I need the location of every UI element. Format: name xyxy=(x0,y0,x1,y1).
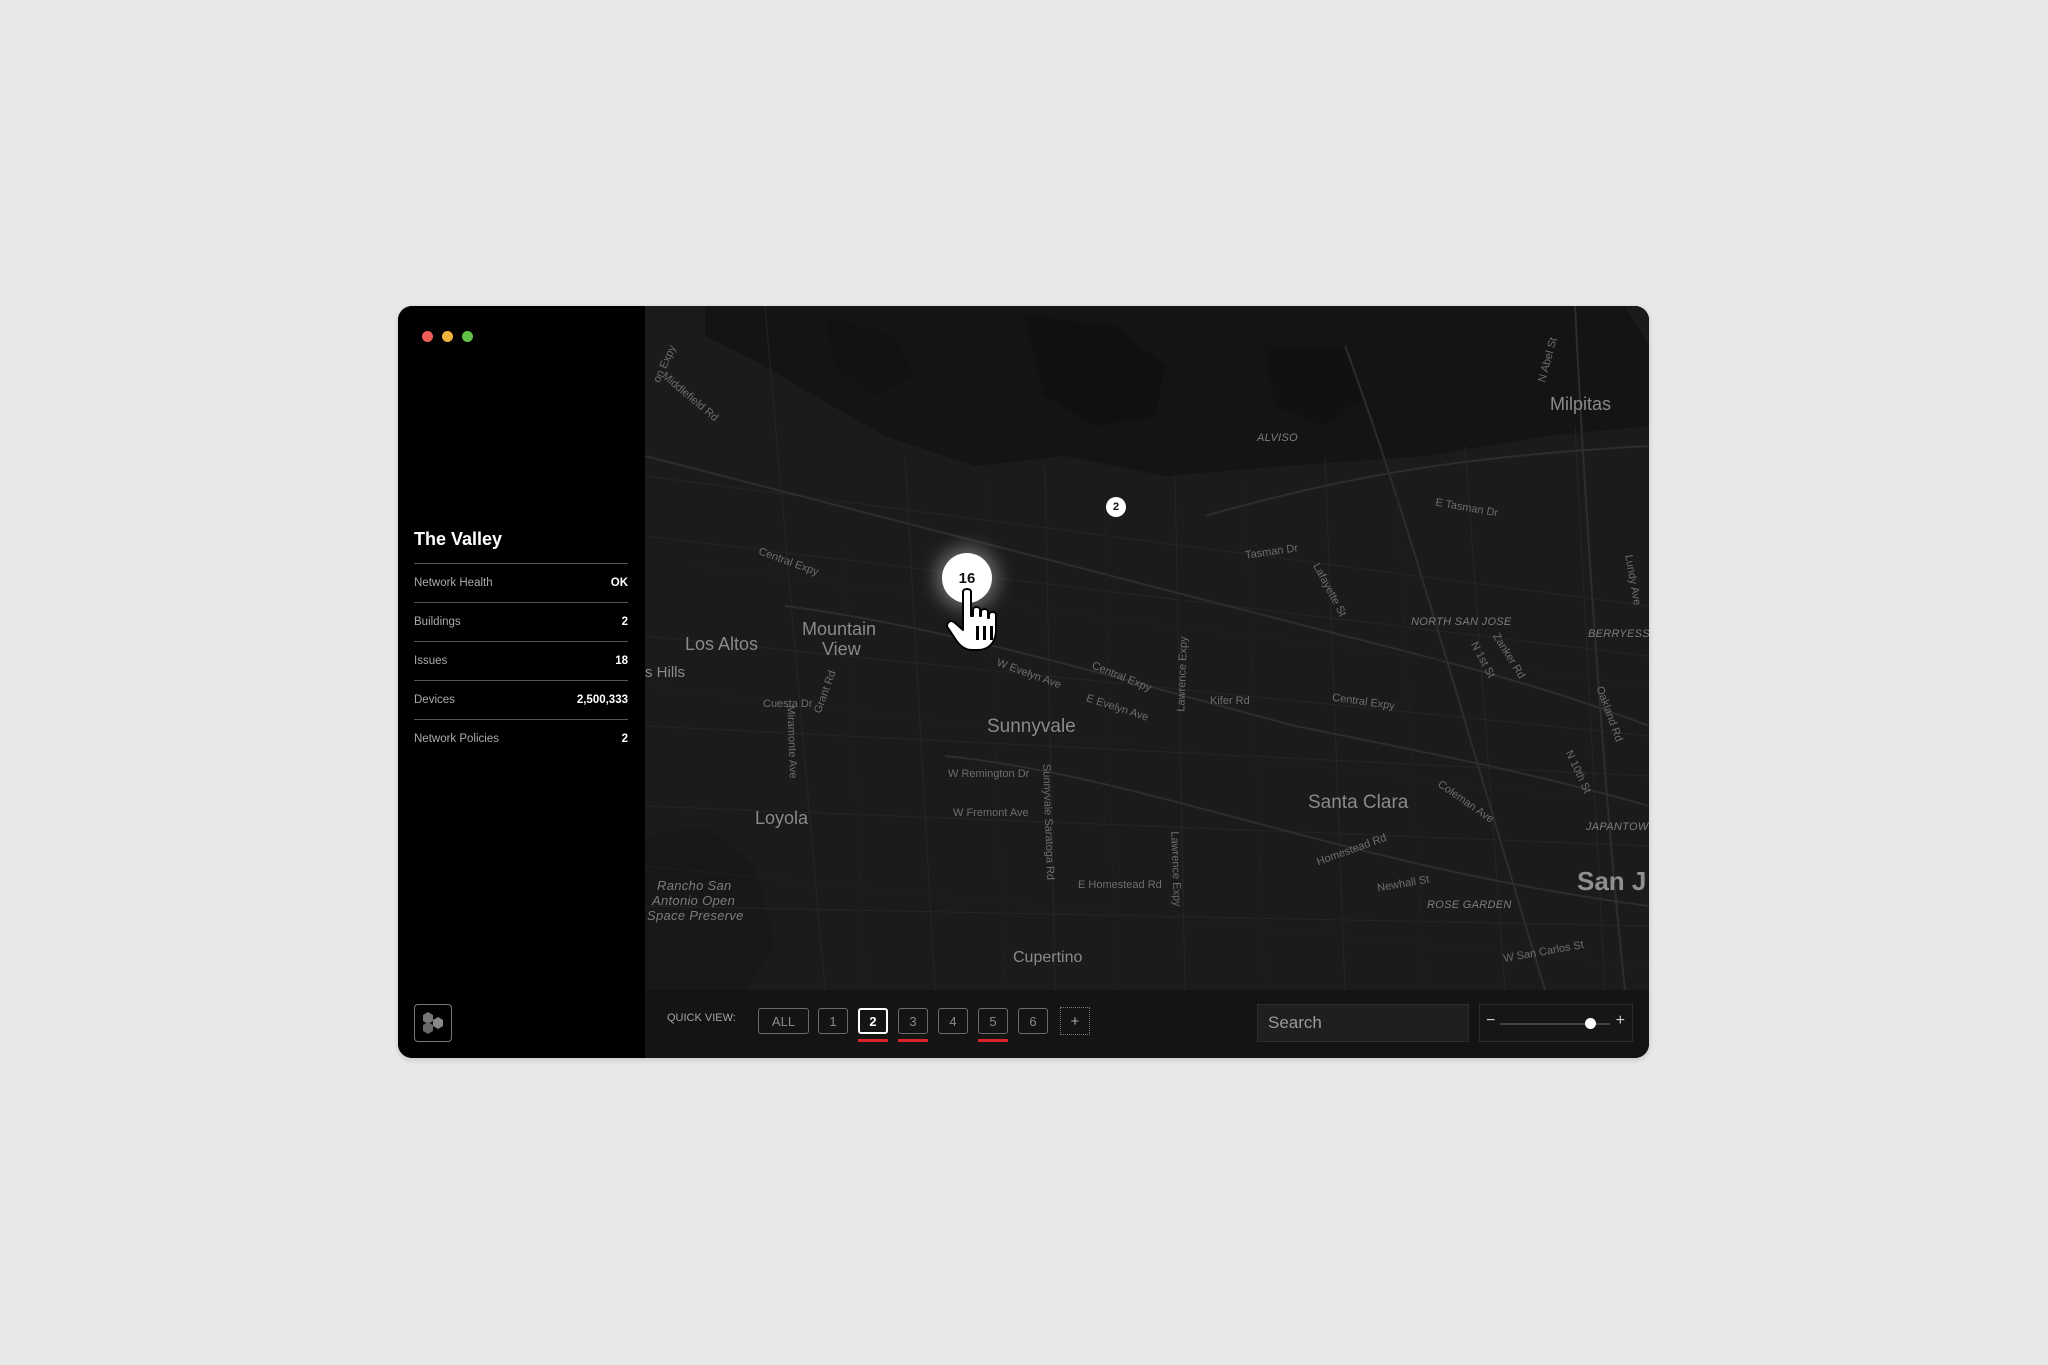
quick-view-4-button[interactable]: 4 xyxy=(938,1008,968,1034)
stat-issues[interactable]: Issues 18 xyxy=(414,641,628,680)
map-city-label: Cupertino xyxy=(1013,949,1083,966)
add-quick-view-button[interactable]: + xyxy=(1060,1007,1090,1035)
stat-buildings[interactable]: Buildings 2 xyxy=(414,602,628,641)
quick-view-3-button[interactable]: 3 xyxy=(898,1008,928,1034)
map-view[interactable]: on Expy Middlefield Rd Central Expy N Ab… xyxy=(645,306,1649,990)
stat-value: 2,500,333 xyxy=(576,694,628,706)
quick-view-alert-indicator xyxy=(898,1039,928,1042)
map-neighborhood-label: Space Preserve xyxy=(647,908,744,923)
quick-view-alert-indicator xyxy=(858,1039,888,1042)
stat-value: 18 xyxy=(615,655,628,667)
zoom-slider-track[interactable] xyxy=(1500,1018,1610,1029)
stat-value: OK xyxy=(610,577,628,589)
map-road-label: W Fremont Ave xyxy=(953,807,1029,819)
minimize-window-button[interactable] xyxy=(442,331,453,342)
map-city-label: Los Altos xyxy=(685,634,759,654)
window-controls xyxy=(422,331,473,342)
quick-view-6-button[interactable]: 6 xyxy=(1018,1008,1048,1034)
quick-view-5-button[interactable]: 5 xyxy=(978,1008,1008,1034)
stat-label: Devices xyxy=(414,694,455,706)
map-neighborhood-label: ROSE GARDEN xyxy=(1427,899,1512,911)
stat-label: Buildings xyxy=(414,616,461,628)
map-city-label: Loyola xyxy=(755,808,809,828)
map-city-label: s Hills xyxy=(645,664,685,681)
map-road-label: Kifer Rd xyxy=(1210,695,1250,707)
map-city-label: Santa Clara xyxy=(1308,792,1409,813)
quick-view-alert-indicator xyxy=(978,1039,1008,1042)
quick-view-label: QUICK VIEW: xyxy=(667,1012,736,1024)
map-city-label: Mountain xyxy=(802,619,877,639)
map-neighborhood-label: BERRYESS xyxy=(1588,628,1649,640)
map-road-label: Miramonte Ave xyxy=(784,705,799,779)
map-city-label: San J xyxy=(1577,866,1647,896)
stat-label: Network Policies xyxy=(414,733,499,745)
maximize-window-button[interactable] xyxy=(462,331,473,342)
stat-devices[interactable]: Devices 2,500,333 xyxy=(414,680,628,719)
app-logo-button[interactable] xyxy=(414,1004,452,1042)
map-neighborhood-label: Antonio Open xyxy=(652,893,736,908)
hand-pointer-cursor-icon xyxy=(946,588,997,651)
location-title: The Valley xyxy=(414,529,503,549)
stat-network-health: Network Health OK xyxy=(414,563,628,602)
zoom-control: − + xyxy=(1479,1004,1633,1042)
map-road-label: Lawrence Expy xyxy=(1168,831,1183,907)
map-city-label: View xyxy=(822,639,861,659)
close-window-button[interactable] xyxy=(422,331,433,342)
map-road-label: E Homestead Rd xyxy=(1078,879,1162,891)
map-neighborhood-label: NORTH SAN JOSE xyxy=(1411,616,1512,628)
search-input[interactable] xyxy=(1257,1004,1469,1042)
sidebar: The Valley Network Health OK Buildings 2… xyxy=(398,306,645,1058)
map-city-label: Sunnyvale xyxy=(987,716,1076,737)
map-road-label: W Remington Dr xyxy=(948,768,1030,780)
stat-label: Network Health xyxy=(414,577,493,589)
map-city-label: Milpitas xyxy=(1550,394,1612,414)
stats-list: Network Health OK Buildings 2 Issues 18 … xyxy=(414,563,628,758)
hexagon-logo-icon xyxy=(423,1012,443,1034)
quick-view-1-button[interactable]: 1 xyxy=(818,1008,848,1034)
bottom-toolbar: QUICK VIEW: ALL 1 2 3 4 5 6 + − + xyxy=(645,990,1649,1058)
map-neighborhood-label: Rancho San xyxy=(657,878,732,893)
stat-value: 2 xyxy=(621,616,628,628)
quick-view-2-button[interactable]: 2 xyxy=(858,1008,888,1034)
stat-value: 2 xyxy=(621,733,628,745)
stat-label: Issues xyxy=(414,655,448,667)
map-neighborhood-label: JAPANTOWN xyxy=(1586,821,1649,833)
zoom-slider-handle[interactable] xyxy=(1585,1018,1597,1029)
zoom-out-button[interactable]: − xyxy=(1486,1012,1495,1030)
app-window: The Valley Network Health OK Buildings 2… xyxy=(398,306,1649,1058)
map-cluster-marker[interactable]: 2 xyxy=(1106,497,1126,517)
map-neighborhood-label: ALVISO xyxy=(1257,432,1298,444)
quick-view-all-button[interactable]: ALL xyxy=(758,1008,809,1034)
stat-network-policies[interactable]: Network Policies 2 xyxy=(414,719,628,758)
zoom-in-button[interactable]: + xyxy=(1616,1012,1625,1030)
